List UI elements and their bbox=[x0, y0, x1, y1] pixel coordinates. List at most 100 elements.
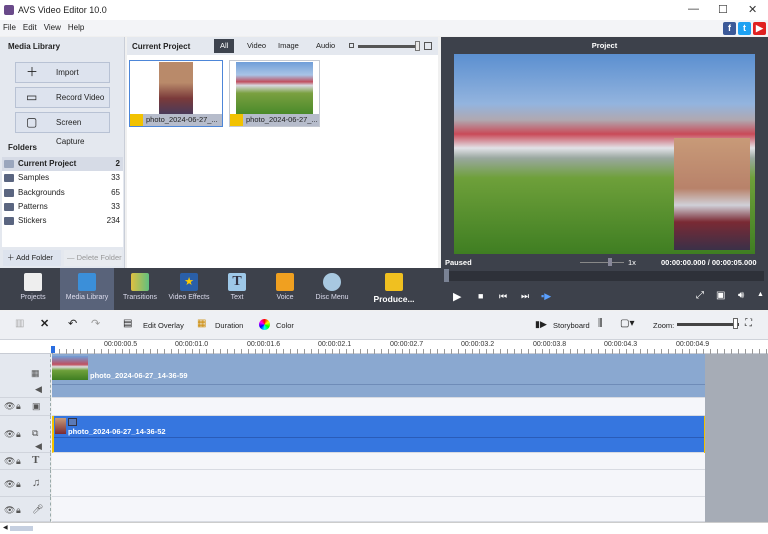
speed-handle[interactable] bbox=[608, 258, 612, 266]
menu-help[interactable]: Help bbox=[68, 23, 84, 32]
zoom-label: Zoom: bbox=[653, 321, 675, 330]
folder-backgrounds[interactable]: Backgrounds 65 bbox=[2, 186, 123, 200]
video-clip-label[interactable]: photo_2024-06-27_14-36-59 bbox=[90, 371, 188, 380]
display-options-icon[interactable]: ▢▾ bbox=[620, 318, 634, 329]
color-icon[interactable] bbox=[259, 319, 270, 330]
media-title: Current Project bbox=[132, 42, 191, 51]
scroll-thumb[interactable] bbox=[10, 526, 33, 531]
ruler-label: 00:00:01.0 bbox=[175, 341, 209, 348]
menu-file[interactable]: File bbox=[3, 23, 16, 32]
scroll-left-icon[interactable]: ◀ bbox=[3, 524, 8, 531]
menu-view[interactable]: View bbox=[44, 23, 61, 32]
playhead[interactable] bbox=[51, 346, 55, 353]
folder-stickers[interactable]: Stickers 234 bbox=[2, 214, 123, 228]
lock-icon[interactable]: 🔒︎ bbox=[16, 429, 21, 440]
eye-icon[interactable]: 👁︎ bbox=[4, 456, 15, 467]
import-button[interactable]: ＋ Import bbox=[15, 62, 110, 83]
media-item[interactable]: photo_2024-06-27_... bbox=[129, 60, 223, 127]
ruler-label: 00:00:04.9 bbox=[676, 341, 710, 348]
ruler-label: 00:00:02.7 bbox=[390, 341, 424, 348]
plus-icon: ＋ bbox=[26, 65, 39, 79]
lock-icon[interactable]: 🔒︎ bbox=[16, 505, 21, 516]
storyboard-icon[interactable]: ▮▶ bbox=[535, 319, 547, 330]
media-item[interactable]: photo_2024-06-27_... bbox=[229, 60, 320, 127]
ruler-label: 00:00:03.8 bbox=[533, 341, 567, 348]
storyboard-button[interactable]: Storyboard bbox=[553, 321, 590, 330]
delete-icon[interactable]: ✕ bbox=[40, 317, 49, 330]
eye-icon[interactable]: 👁︎ bbox=[4, 505, 15, 516]
edit-overlay-button[interactable]: Edit Overlay bbox=[143, 321, 184, 330]
fullscreen-icon[interactable]: ⤢ bbox=[696, 290, 704, 301]
photo-icon bbox=[230, 114, 243, 126]
split-icon[interactable]: ▥ bbox=[15, 318, 24, 329]
folder-current-project[interactable]: Current Project 2 bbox=[2, 157, 123, 172]
next-frame-icon[interactable]: ⏭ bbox=[521, 291, 529, 302]
speed-slider[interactable] bbox=[580, 262, 624, 263]
seek-handle[interactable] bbox=[444, 269, 449, 282]
video-effects-button[interactable]: ★ Video Effects bbox=[163, 268, 215, 310]
main-toolbar: Projects Media Library Transitions ★ Vide… bbox=[0, 268, 441, 310]
undo-icon[interactable]: ↶ bbox=[68, 317, 77, 330]
volume-menu-icon[interactable]: ▲ bbox=[757, 291, 764, 298]
voice-button[interactable]: Voice bbox=[259, 268, 311, 310]
overlay-clip-label[interactable]: photo_2024-06-27_14-36-52 bbox=[68, 427, 166, 436]
text-icon: T bbox=[32, 454, 40, 466]
projects-button[interactable]: Projects bbox=[7, 268, 59, 310]
facebook-icon[interactable]: f bbox=[723, 22, 736, 35]
redo-icon[interactable]: ↷ bbox=[91, 317, 100, 330]
eye-icon[interactable]: 👁︎ bbox=[4, 479, 15, 490]
duration-button[interactable]: Duration bbox=[215, 321, 243, 330]
lock-icon[interactable]: 🔒︎ bbox=[16, 479, 21, 490]
text-button[interactable]: T Text bbox=[211, 268, 263, 310]
zoom-handle[interactable] bbox=[733, 318, 738, 329]
go-to-end-icon[interactable]: ▪▶ bbox=[541, 291, 551, 302]
maximize-button[interactable]: ☐ bbox=[718, 3, 728, 16]
preview-title: Project bbox=[591, 41, 618, 50]
previous-frame-icon[interactable]: ⏮ bbox=[499, 291, 507, 302]
produce-button[interactable]: Produce... bbox=[366, 268, 422, 310]
edit-overlay-icon[interactable]: ▤ bbox=[123, 318, 132, 329]
tab-audio[interactable]: Audio bbox=[310, 39, 341, 53]
zoom-slider[interactable] bbox=[677, 323, 739, 326]
folder-patterns[interactable]: Patterns 33 bbox=[2, 200, 123, 214]
seek-bar[interactable] bbox=[444, 271, 764, 281]
add-folder-button[interactable]: ＋ Add Folder bbox=[3, 250, 61, 266]
audio-icon[interactable]: ◀ bbox=[35, 441, 42, 452]
audio-mixer-icon[interactable]: ⫼ bbox=[598, 318, 603, 329]
minimize-button[interactable]: — bbox=[688, 3, 699, 15]
transitions-button[interactable]: Transitions bbox=[114, 268, 166, 310]
tab-all[interactable]: All bbox=[214, 39, 235, 53]
menu-edit[interactable]: Edit bbox=[23, 23, 37, 32]
fit-timeline-icon[interactable]: ⛶ bbox=[745, 318, 752, 329]
slider-handle[interactable] bbox=[415, 41, 420, 51]
close-button[interactable]: ✕ bbox=[748, 3, 757, 16]
panel-title: Media Library bbox=[8, 42, 61, 51]
overlay-track[interactable]: photo_2024-06-27_14-36-52 bbox=[52, 416, 768, 453]
tab-video[interactable]: Video bbox=[241, 39, 272, 53]
disc-menu-button[interactable]: Disc Menu bbox=[305, 268, 359, 310]
lock-icon[interactable]: 🔒︎ bbox=[16, 401, 21, 412]
color-button[interactable]: Color bbox=[276, 321, 294, 330]
media-header: Current Project All Video Image Audio bbox=[127, 37, 438, 55]
effects-track bbox=[52, 398, 768, 416]
duration-icon[interactable]: ▦ bbox=[197, 318, 206, 329]
eye-icon[interactable]: 👁︎ bbox=[4, 429, 15, 440]
audio-icon[interactable]: ◀ bbox=[35, 384, 42, 395]
lock-icon[interactable]: 🔒︎ bbox=[16, 456, 21, 467]
delete-folder-button[interactable]: — Delete Folder bbox=[64, 250, 122, 266]
horizontal-scrollbar[interactable]: ◀ bbox=[0, 522, 768, 534]
snapshot-icon[interactable]: ▣ bbox=[716, 290, 725, 301]
record-video-button[interactable]: ▭ Record Video bbox=[15, 87, 110, 108]
eye-icon[interactable]: 👁︎ bbox=[4, 401, 15, 412]
tab-image[interactable]: Image bbox=[272, 39, 305, 53]
media-library-button[interactable]: Media Library bbox=[60, 268, 114, 310]
play-icon[interactable]: ▶ bbox=[453, 290, 461, 303]
volume-icon[interactable]: 🔊︎ bbox=[738, 290, 744, 301]
youtube-icon[interactable]: ▶ bbox=[753, 22, 766, 35]
twitter-icon[interactable]: t bbox=[738, 22, 751, 35]
screen-capture-button[interactable]: ▢ Screen Capture bbox=[15, 112, 110, 146]
folder-samples[interactable]: Samples 33 bbox=[2, 171, 123, 185]
thumbnail-size-slider[interactable] bbox=[358, 45, 420, 48]
effect-marker-icon bbox=[68, 418, 77, 426]
stop-icon[interactable]: ■ bbox=[478, 291, 483, 301]
